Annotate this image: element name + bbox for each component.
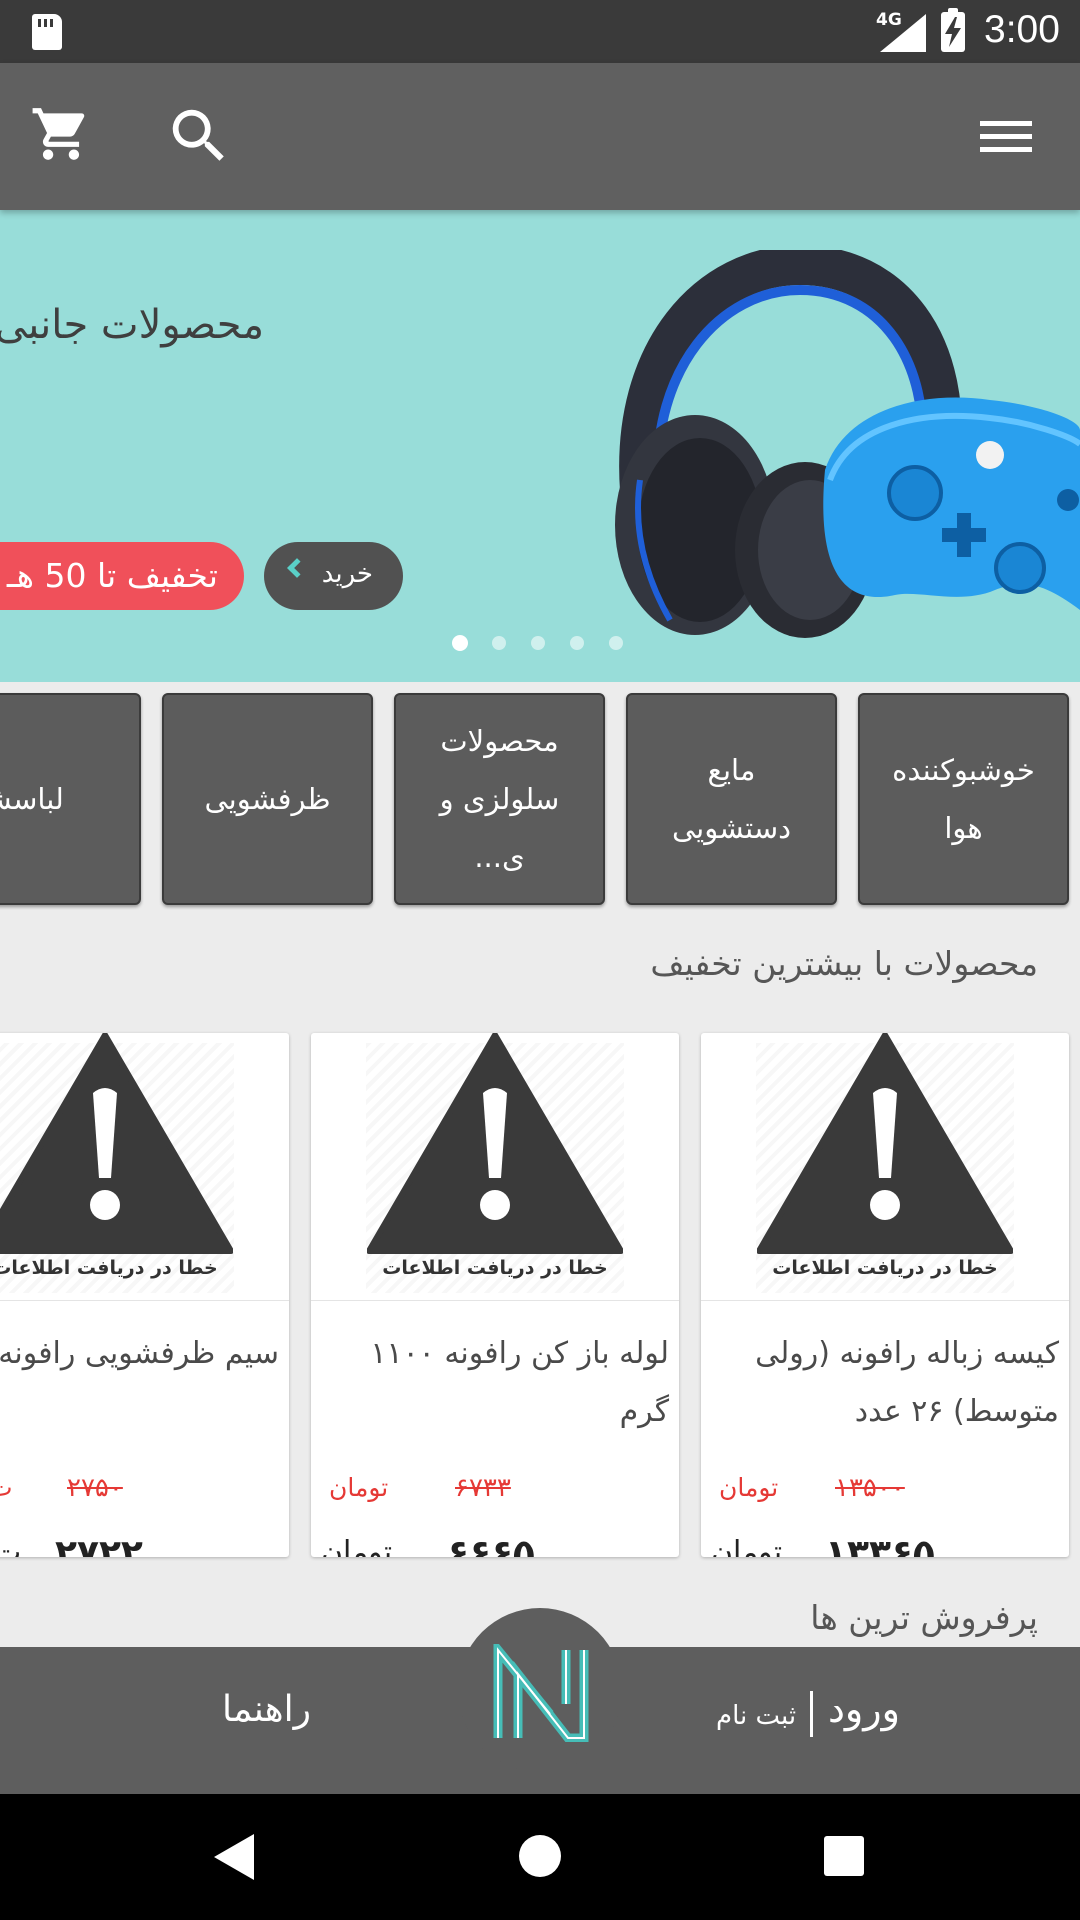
cart-icon[interactable]: [30, 103, 92, 165]
register-button[interactable]: ثبت نام: [716, 1701, 796, 1731]
product-card[interactable]: خطا در دریافت اطلاعات لوله باز کن رافونه…: [311, 1033, 679, 1557]
category-label: دستشویی: [671, 811, 792, 845]
price-unit: تومان: [711, 1535, 783, 1557]
sd-card-icon: [32, 14, 62, 50]
app-toolbar: [0, 63, 1080, 210]
old-price-unit: ت: [0, 1473, 13, 1502]
price: ۲۷۲۲: [55, 1533, 143, 1557]
warning-icon: [367, 1033, 623, 1254]
product-name: سیم ظرفشویی رافونه: [0, 1336, 279, 1371]
pager-dot[interactable]: [531, 636, 545, 650]
price-unit: ت: [0, 1535, 22, 1557]
pager-dot[interactable]: [570, 636, 584, 650]
price-unit: تومان: [321, 1535, 393, 1557]
discount-section-title: محصولات با بیشترین تخفیف: [650, 944, 1038, 983]
product-image-error: خطا در دریافت اطلاعات: [311, 1033, 679, 1301]
old-price-unit: تومان: [719, 1473, 779, 1502]
buy-button-label: خرید: [321, 559, 373, 589]
old-price-unit: تومان: [329, 1473, 389, 1502]
product-name: لوله باز کن رافونه ۱۱۰۰ گرم: [370, 1336, 669, 1429]
divider: [810, 1691, 813, 1737]
category-hand-wash[interactable]: مایع دستشویی: [626, 693, 837, 905]
charging-icon: [945, 17, 961, 47]
chevron-left-icon: [287, 558, 307, 578]
category-label: ظرفشویی: [204, 782, 331, 816]
image-error-text: خطا در دریافت اطلاعات: [382, 1257, 608, 1279]
product-image-error: خطا در دریافت اطلاعات: [701, 1033, 1069, 1301]
buy-button[interactable]: خرید: [264, 542, 403, 610]
product-card[interactable]: خطا در دریافت اطلاعات سیم ظرفشویی رافونه…: [0, 1033, 289, 1557]
old-price: ۱۳۵۰۰: [835, 1473, 905, 1503]
category-label: محصولات: [440, 724, 559, 758]
old-price: ۲۷۵۰: [67, 1473, 123, 1503]
status-bar: 4G 3:00: [0, 0, 1080, 63]
bestseller-section-title: پرفروش ترین ها: [810, 1598, 1038, 1637]
product-image-error: خطا در دریافت اطلاعات: [0, 1033, 289, 1301]
category-laundry[interactable]: لباسشویی: [0, 693, 141, 905]
brand-logo[interactable]: [458, 1608, 622, 1772]
category-dishwashing[interactable]: ظرفشویی: [162, 693, 373, 905]
pager-dot[interactable]: [609, 636, 623, 650]
price: ۶۶۶۵: [447, 1533, 535, 1557]
promo-banner[interactable]: محصولات جانبی تخفیف تا 50 هـ خرید: [0, 210, 1080, 682]
login-button[interactable]: ورود: [828, 1687, 900, 1731]
app-screen: 4G 3:00 محصولات جانبی تخفیف تا 50 هـ خری…: [0, 0, 1080, 1920]
warning-icon: [0, 1033, 233, 1254]
headphones-controller-image: [615, 250, 1080, 638]
category-label: هوا: [944, 811, 983, 845]
price: ۱۳۳۶۵: [825, 1533, 935, 1557]
search-icon[interactable]: [164, 101, 234, 171]
banner-title: محصولات جانبی: [0, 302, 264, 348]
category-label: لباسشویی: [0, 782, 64, 816]
home-icon[interactable]: [518, 1834, 562, 1878]
signal-icon: [880, 14, 926, 52]
category-label: خوشبوکننده: [892, 753, 1035, 787]
category-air-freshener[interactable]: خوشبوکننده هوا: [858, 693, 1069, 905]
old-price: ۶۷۳۳: [455, 1473, 511, 1503]
pager-dot[interactable]: [452, 635, 468, 651]
product-name: کیسه زباله رافونه (رولی متوسط) ۲۶ عدد: [755, 1336, 1059, 1429]
category-label: مایع: [707, 753, 756, 787]
guide-button[interactable]: راهنما: [222, 1689, 311, 1730]
category-cellulose[interactable]: محصولات سلولزی و ی...: [394, 693, 605, 905]
back-icon[interactable]: [214, 1834, 256, 1880]
recents-icon[interactable]: [824, 1836, 864, 1876]
discount-badge: تخفیف تا 50 هـ: [0, 542, 244, 610]
clock: 3:00: [984, 8, 1060, 51]
product-card[interactable]: خطا در دریافت اطلاعات کیسه زباله رافونه …: [701, 1033, 1069, 1557]
warning-icon: [757, 1033, 1013, 1254]
menu-icon[interactable]: [976, 111, 1036, 161]
category-strip: خوشبوکننده هوا مایع دستشویی محصولات سلولزی …: [0, 693, 1080, 905]
logo-icon: [493, 1644, 589, 1742]
pager-dot[interactable]: [492, 636, 506, 650]
image-error-text: خطا در دریافت اطلاعات: [0, 1257, 218, 1279]
image-error-text: خطا در دریافت اطلاعات: [772, 1257, 998, 1279]
category-label: سلولزی و ی...: [439, 782, 560, 874]
system-nav-bar: [0, 1794, 1080, 1920]
